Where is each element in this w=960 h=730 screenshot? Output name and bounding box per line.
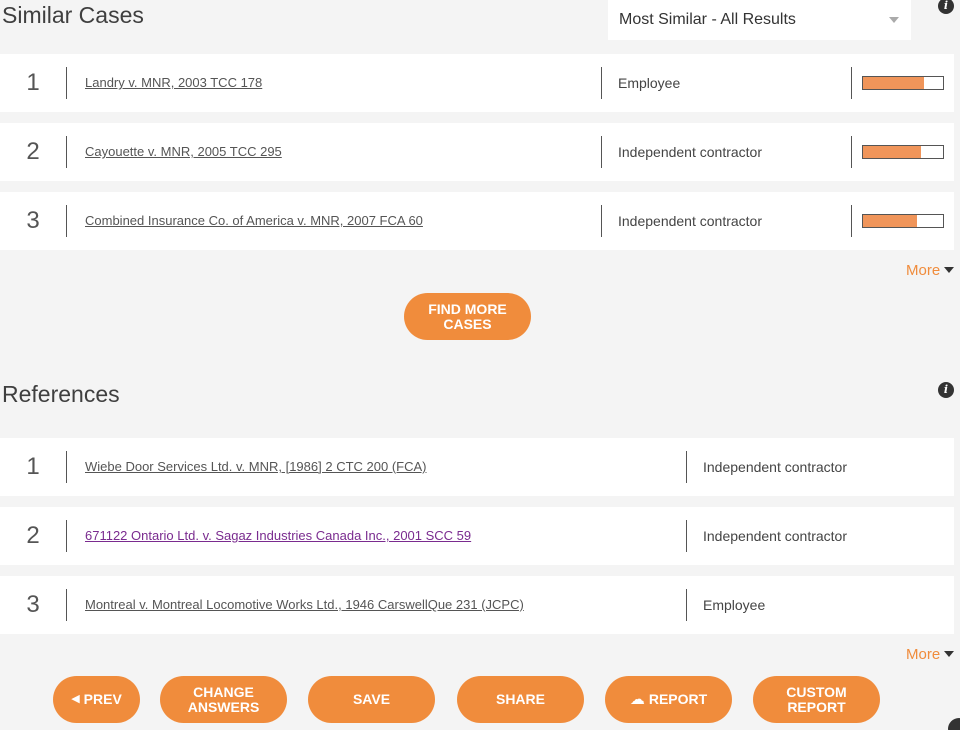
- divider: [66, 451, 67, 483]
- change-answers-button[interactable]: CHANGE ANSWERS: [160, 676, 287, 723]
- case-link[interactable]: Wiebe Door Services Ltd. v. MNR, [1986] …: [85, 438, 426, 496]
- caret-down-icon: [944, 267, 955, 273]
- case-outcome: Independent contractor: [703, 459, 847, 475]
- divider: [66, 67, 67, 99]
- case-outcome: Employee: [618, 75, 681, 91]
- similar-cases-info-icon[interactable]: i: [938, 0, 954, 14]
- prev-label: PREV: [83, 691, 122, 707]
- caret-down-icon: [889, 17, 899, 23]
- references-info-icon[interactable]: i: [938, 382, 954, 398]
- divider: [601, 67, 602, 99]
- reference-row: 3 Montreal v. Montreal Locomotive Works …: [0, 576, 954, 634]
- similarity-bar: [862, 76, 944, 90]
- share-button[interactable]: SHARE: [457, 676, 584, 723]
- divider: [686, 451, 687, 483]
- case-outcome: Independent contractor: [703, 528, 847, 544]
- row-number: 1: [26, 453, 40, 480]
- similar-case-row: 2 Cayouette v. MNR, 2005 TCC 295 Indepen…: [0, 123, 954, 181]
- corner-handle: [948, 718, 960, 730]
- case-outcome: Independent contractor: [618, 213, 762, 229]
- cloud-upload-icon: ☁: [629, 691, 645, 708]
- divider: [686, 520, 687, 552]
- divider: [851, 205, 852, 237]
- report-button[interactable]: ☁ REPORT: [605, 676, 732, 723]
- case-link[interactable]: Montreal v. Montreal Locomotive Works Lt…: [85, 576, 524, 634]
- similar-case-row: 3 Combined Insurance Co. of America v. M…: [0, 192, 954, 250]
- reference-row: 1 Wiebe Door Services Ltd. v. MNR, [1986…: [0, 438, 954, 496]
- case-link[interactable]: Combined Insurance Co. of America v. MNR…: [85, 192, 423, 250]
- more-label: More: [906, 262, 941, 279]
- divider: [601, 205, 602, 237]
- sort-dropdown-value: Most Similar - All Results: [619, 11, 796, 28]
- divider: [66, 589, 67, 621]
- report-label: REPORT: [648, 691, 708, 707]
- row-number: 3: [26, 207, 40, 234]
- similarity-bar: [862, 145, 944, 159]
- row-number: 2: [26, 138, 40, 165]
- similarity-bar-fill: [863, 77, 924, 89]
- similar-case-row: 1 Landry v. MNR, 2003 TCC 178 Employee: [0, 54, 954, 112]
- divider: [851, 67, 852, 99]
- sort-dropdown[interactable]: Most Similar - All Results: [608, 0, 911, 40]
- case-link[interactable]: Landry v. MNR, 2003 TCC 178: [85, 54, 262, 112]
- find-more-cases-button[interactable]: FIND MORE CASES: [404, 293, 531, 340]
- reference-row: 2 671122 Ontario Ltd. v. Sagaz Industrie…: [0, 507, 954, 565]
- custom-report-button[interactable]: CUSTOM REPORT: [753, 676, 880, 723]
- references-title: References: [2, 381, 120, 407]
- prev-button[interactable]: ◀ PREV: [53, 676, 140, 723]
- divider: [66, 136, 67, 168]
- row-number: 3: [26, 591, 40, 618]
- caret-down-icon: [944, 651, 955, 657]
- divider: [686, 589, 687, 621]
- divider: [851, 136, 852, 168]
- divider: [66, 205, 67, 237]
- case-link[interactable]: 671122 Ontario Ltd. v. Sagaz Industries …: [85, 507, 471, 565]
- more-label: More: [906, 646, 941, 663]
- case-outcome: Employee: [703, 597, 766, 613]
- row-number: 2: [26, 522, 40, 549]
- row-number: 1: [26, 69, 40, 96]
- divider: [601, 136, 602, 168]
- case-outcome: Independent contractor: [618, 144, 762, 160]
- case-link[interactable]: Cayouette v. MNR, 2005 TCC 295: [85, 123, 282, 181]
- similar-cases-more-link[interactable]: More: [906, 262, 955, 279]
- divider: [66, 520, 67, 552]
- save-button[interactable]: SAVE: [308, 676, 435, 723]
- similarity-bar-fill: [863, 215, 918, 227]
- references-more-link[interactable]: More: [906, 646, 955, 663]
- similar-cases-title: Similar Cases: [2, 2, 144, 28]
- similarity-bar-fill: [863, 146, 921, 158]
- triangle-left-icon: ◀: [71, 693, 80, 705]
- similarity-bar: [862, 214, 944, 228]
